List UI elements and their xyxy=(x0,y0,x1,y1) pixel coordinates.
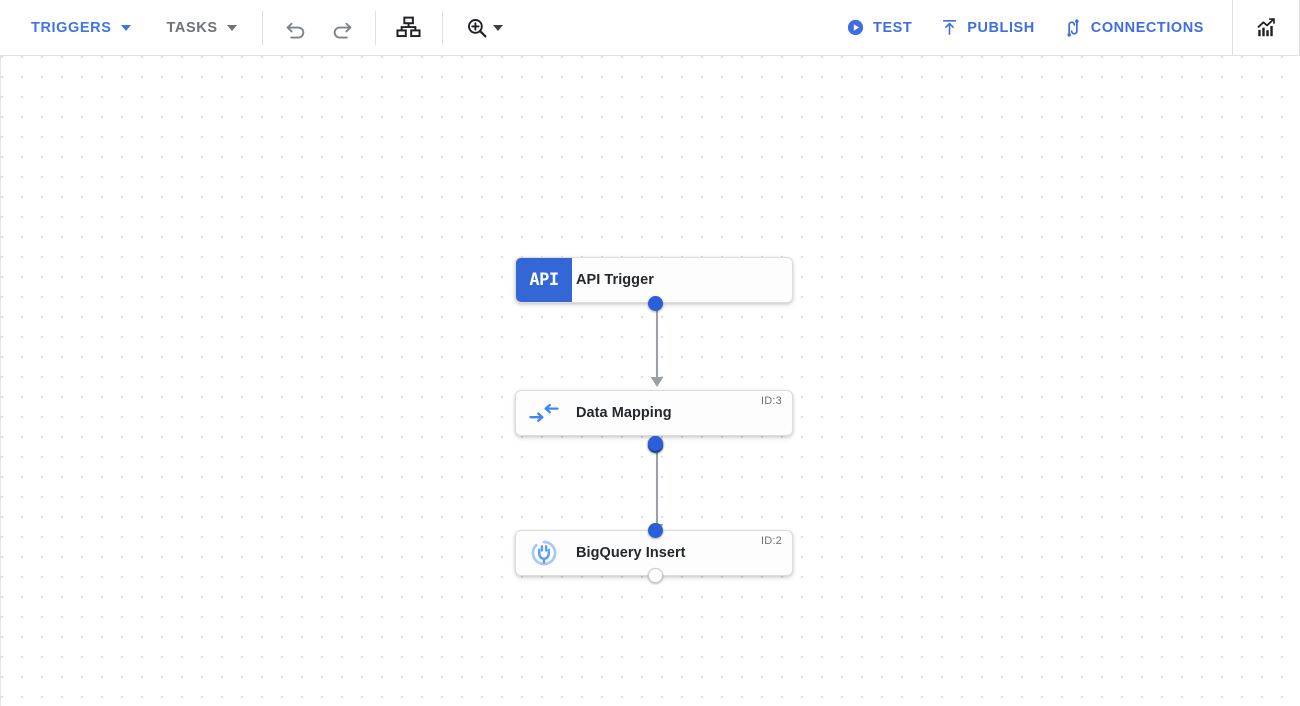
node-api-trigger-output-connector[interactable] xyxy=(648,296,663,311)
chevron-down-icon xyxy=(492,24,503,31)
api-badge-icon: API xyxy=(516,258,572,302)
node-data-mapping[interactable]: Data Mapping ID:3 xyxy=(515,390,793,436)
toolbar-left-group: TRIGGERS TASKS xyxy=(0,0,515,55)
edge-api-trigger-to-data-mapping xyxy=(650,303,664,387)
publish-button-label: PUBLISH xyxy=(967,19,1035,36)
connections-button[interactable]: CONNECTIONS xyxy=(1049,9,1218,47)
redo-button[interactable] xyxy=(319,8,365,48)
chevron-down-icon xyxy=(226,24,237,31)
hierarchy-icon xyxy=(396,16,421,38)
toolbar-divider xyxy=(1232,0,1233,56)
toolbar-divider xyxy=(441,10,443,45)
node-bigquery-insert-input-connector[interactable] xyxy=(648,523,663,538)
data-mapping-arrows-icon-glyph xyxy=(529,403,559,422)
node-data-mapping-label: Data Mapping xyxy=(576,405,672,421)
redo-icon xyxy=(333,22,351,38)
toolbar-right-group: TEST PUBLISH CONNECTIONS xyxy=(832,0,1300,56)
node-bigquery-insert-id: ID:2 xyxy=(761,535,782,547)
tasks-menu-button[interactable]: TASKS xyxy=(152,10,252,46)
publish-button[interactable]: PUBLISH xyxy=(926,9,1049,47)
auto-layout-button[interactable] xyxy=(386,8,432,48)
zoom-button[interactable] xyxy=(453,8,515,48)
undo-icon xyxy=(286,22,304,38)
undo-button[interactable] xyxy=(273,8,319,48)
test-button-label: TEST xyxy=(873,19,913,36)
node-data-mapping-id: ID:3 xyxy=(761,395,782,407)
bigquery-plug-icon xyxy=(516,531,572,575)
node-api-trigger-label: API Trigger xyxy=(576,272,654,288)
test-button[interactable]: TEST xyxy=(832,9,926,47)
node-bigquery-insert-output-connector[interactable] xyxy=(648,568,663,583)
play-circle-icon xyxy=(847,19,864,36)
api-badge-text: API xyxy=(529,270,559,290)
toolbar-divider xyxy=(261,10,263,45)
bigquery-plug-icon-glyph xyxy=(531,540,557,566)
connections-button-label: CONNECTIONS xyxy=(1090,19,1204,36)
publish-upload-icon xyxy=(943,20,957,35)
connections-icon xyxy=(1067,18,1079,37)
triggers-menu-button[interactable]: TRIGGERS xyxy=(16,10,146,46)
monitoring-button[interactable] xyxy=(1237,8,1295,48)
zoom-in-icon xyxy=(467,18,487,37)
triggers-menu-label: TRIGGERS xyxy=(31,19,112,36)
node-data-mapping-top-dot[interactable] xyxy=(648,436,663,451)
toolbar-divider xyxy=(374,10,376,45)
node-bigquery-insert-label: BigQuery Insert xyxy=(576,545,686,561)
chevron-down-icon xyxy=(120,24,131,31)
workflow-canvas[interactable]: API API Trigger Data Mapping ID:3 BigQue… xyxy=(0,56,1300,706)
data-mapping-arrows-icon xyxy=(516,391,572,435)
analytics-chart-icon xyxy=(1257,18,1275,37)
toolbar: TRIGGERS TASKS TEST PUBLISH CONNECTIONS xyxy=(0,0,1300,56)
tasks-menu-label: TASKS xyxy=(166,19,218,36)
